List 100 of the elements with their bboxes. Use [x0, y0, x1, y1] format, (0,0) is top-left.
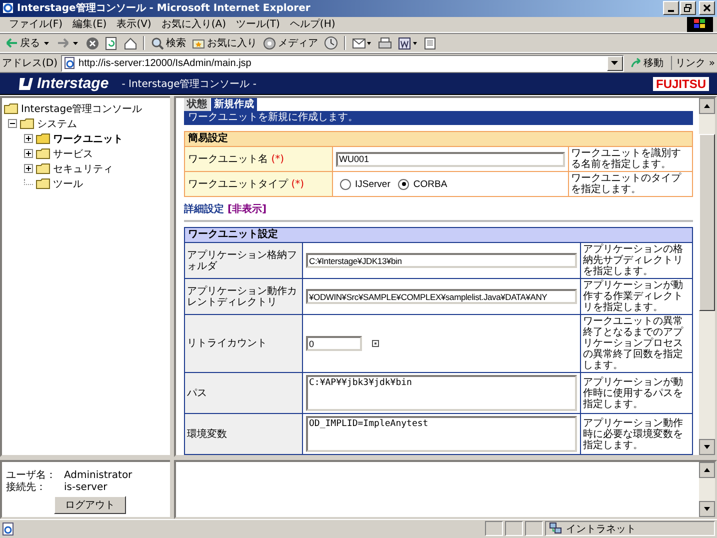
window-title: Interstage管理コンソール - Microsoft Internet Explorer — [17, 2, 312, 16]
history-icon — [324, 36, 338, 50]
radio-option[interactable]: IJServer — [340, 178, 390, 190]
history-button[interactable] — [322, 34, 340, 52]
stop-button[interactable] — [84, 34, 101, 52]
restore-button[interactable] — [680, 1, 696, 16]
table-cell: パス — [184, 372, 302, 414]
section-header: 簡易設定 — [184, 132, 692, 147]
home-icon — [124, 36, 137, 50]
back-arrow-icon — [6, 37, 18, 50]
document-icon — [424, 36, 436, 50]
folder-icon — [36, 148, 50, 160]
section-label: 詳細設定 — [184, 204, 224, 216]
menu-item[interactable]: 編集(E) — [68, 17, 112, 32]
scroll-up-icon[interactable] — [699, 98, 715, 114]
page-icon — [64, 57, 76, 70]
printer-icon — [378, 36, 392, 50]
folder-icon — [20, 118, 34, 130]
folder-icon — [36, 133, 50, 144]
message-bar: ワークユニットを新規に作成します。 — [184, 111, 693, 126]
table-cell: ワークユニットを識別する名前を指定します。 — [568, 146, 692, 172]
close-icon — [703, 4, 711, 12]
radio-option[interactable]: CORBA — [398, 178, 448, 190]
product-logo: Interstage — [37, 75, 109, 92]
browser-icon — [2, 2, 14, 14]
table-cell: アプリケーションが動作する作業ディレクトリを指定します。 — [580, 278, 692, 315]
text-field[interactable]: WU001 — [336, 152, 565, 167]
user-name: Administrator — [64, 470, 132, 482]
tree-item[interactable]: セキュリティ — [24, 161, 168, 176]
expander-icon[interactable] — [8, 119, 17, 128]
media-icon — [263, 36, 276, 50]
tree-item[interactable]: Interstage管理コンソール — [4, 101, 168, 116]
menu-item[interactable]: ツール(T) — [231, 17, 285, 32]
tree-item[interactable]: サービス — [24, 146, 168, 162]
radio-button-icon[interactable] — [398, 178, 410, 190]
close-button[interactable] — [699, 1, 715, 16]
table-cell: ワークユニットのタイプを指定します。 — [568, 172, 692, 197]
favorites-button[interactable]: お気に入り — [190, 34, 259, 52]
menu-item[interactable]: 表示(V) — [112, 17, 156, 32]
scroll-down-icon[interactable] — [699, 500, 715, 517]
tree-item[interactable]: ツール — [24, 176, 168, 192]
scrollbar[interactable] — [699, 98, 715, 456]
table-cell: アプリケーション格納フォルダ — [184, 242, 302, 279]
brand-logo: FUJITSU — [652, 76, 709, 91]
logo-mark-icon — [18, 76, 34, 91]
intranet-icon — [549, 522, 563, 536]
text-field[interactable]: C:¥Interstage¥JDK13¥bin — [306, 253, 577, 268]
scrollbar[interactable] — [699, 462, 715, 517]
menu-item[interactable]: ファイル(F) — [4, 17, 68, 32]
windows-logo-icon — [687, 16, 713, 32]
text-area[interactable]: OD_IMPLID=ImpleAnytest — [306, 416, 577, 452]
forward-arrow-icon — [57, 37, 69, 50]
tree-item[interactable]: システム — [8, 116, 168, 132]
media-button[interactable]: メディア — [261, 34, 320, 52]
address-field[interactable]: http://is-server:12000/IsAdmin/main.jsp — [60, 54, 624, 72]
address-label: アドレス(D) — [2, 57, 58, 70]
folder-icon — [36, 163, 50, 174]
number-field[interactable]: 0 — [306, 336, 362, 352]
host-label: 接続先： — [6, 482, 47, 494]
expander-icon[interactable] — [24, 164, 33, 174]
section-header: ワークユニット設定 — [184, 228, 692, 243]
table-cell: アプリケーション動作カレントディレクトリ — [184, 278, 302, 315]
text-field[interactable]: ¥ODWIN¥Src¥SAMPLE¥COMPLEX¥samplelist.Java¥DATA¥ANY — [306, 289, 577, 304]
status-pane — [485, 521, 503, 536]
go-button[interactable]: 移動 — [626, 56, 668, 70]
word-edit-icon — [398, 36, 418, 50]
radio-button-icon[interactable] — [340, 178, 351, 190]
tab[interactable]: 新規作成 — [211, 98, 257, 112]
refresh-icon — [105, 36, 118, 50]
back-button[interactable]: 戻る — [4, 34, 42, 52]
table-cell: リトライカウント — [184, 314, 302, 373]
tab[interactable]: 状態 — [184, 98, 210, 112]
user-label: ユーザ名： — [6, 470, 57, 482]
dropdown-caret-icon — [44, 42, 49, 45]
minimize-button[interactable] — [663, 1, 679, 16]
logout-button[interactable]: ログアウト — [54, 496, 126, 514]
scroll-down-icon[interactable] — [699, 439, 715, 456]
table-cell: アプリケーションが動作時に使用するパスを指定します。 — [580, 372, 692, 414]
restore-icon — [684, 4, 692, 12]
menu-item[interactable]: ヘルプ(H) — [284, 17, 340, 32]
expander-icon[interactable] — [24, 149, 33, 158]
edit-button[interactable] — [396, 34, 420, 52]
scroll-up-icon[interactable] — [699, 462, 715, 478]
table-cell: 環境変数 — [184, 414, 302, 455]
menu-item[interactable]: お気に入り(A) — [156, 17, 231, 32]
table-cell: ワークユニット名 (*) — [184, 146, 332, 172]
hide-link[interactable]: [非表示] — [227, 204, 267, 216]
mail-icon — [352, 36, 372, 50]
text-area[interactable]: C:¥AP¥¥jbk3¥jdk¥bin — [306, 375, 577, 412]
folder-icon — [4, 103, 18, 114]
stop-icon — [86, 36, 99, 50]
discuss-button[interactable] — [422, 34, 438, 52]
spin-button[interactable] — [370, 338, 381, 350]
expander-icon[interactable] — [24, 134, 33, 144]
status-pane — [525, 521, 543, 536]
table-cell: アプリケーションの格納先サブディレクトリを指定します。 — [580, 242, 692, 279]
tree-item[interactable]: ワークユニット — [24, 131, 168, 146]
search-button[interactable]: 検索 — [149, 34, 188, 52]
links-button[interactable]: リンク » — [670, 56, 715, 70]
host-name: is-server — [64, 482, 108, 494]
